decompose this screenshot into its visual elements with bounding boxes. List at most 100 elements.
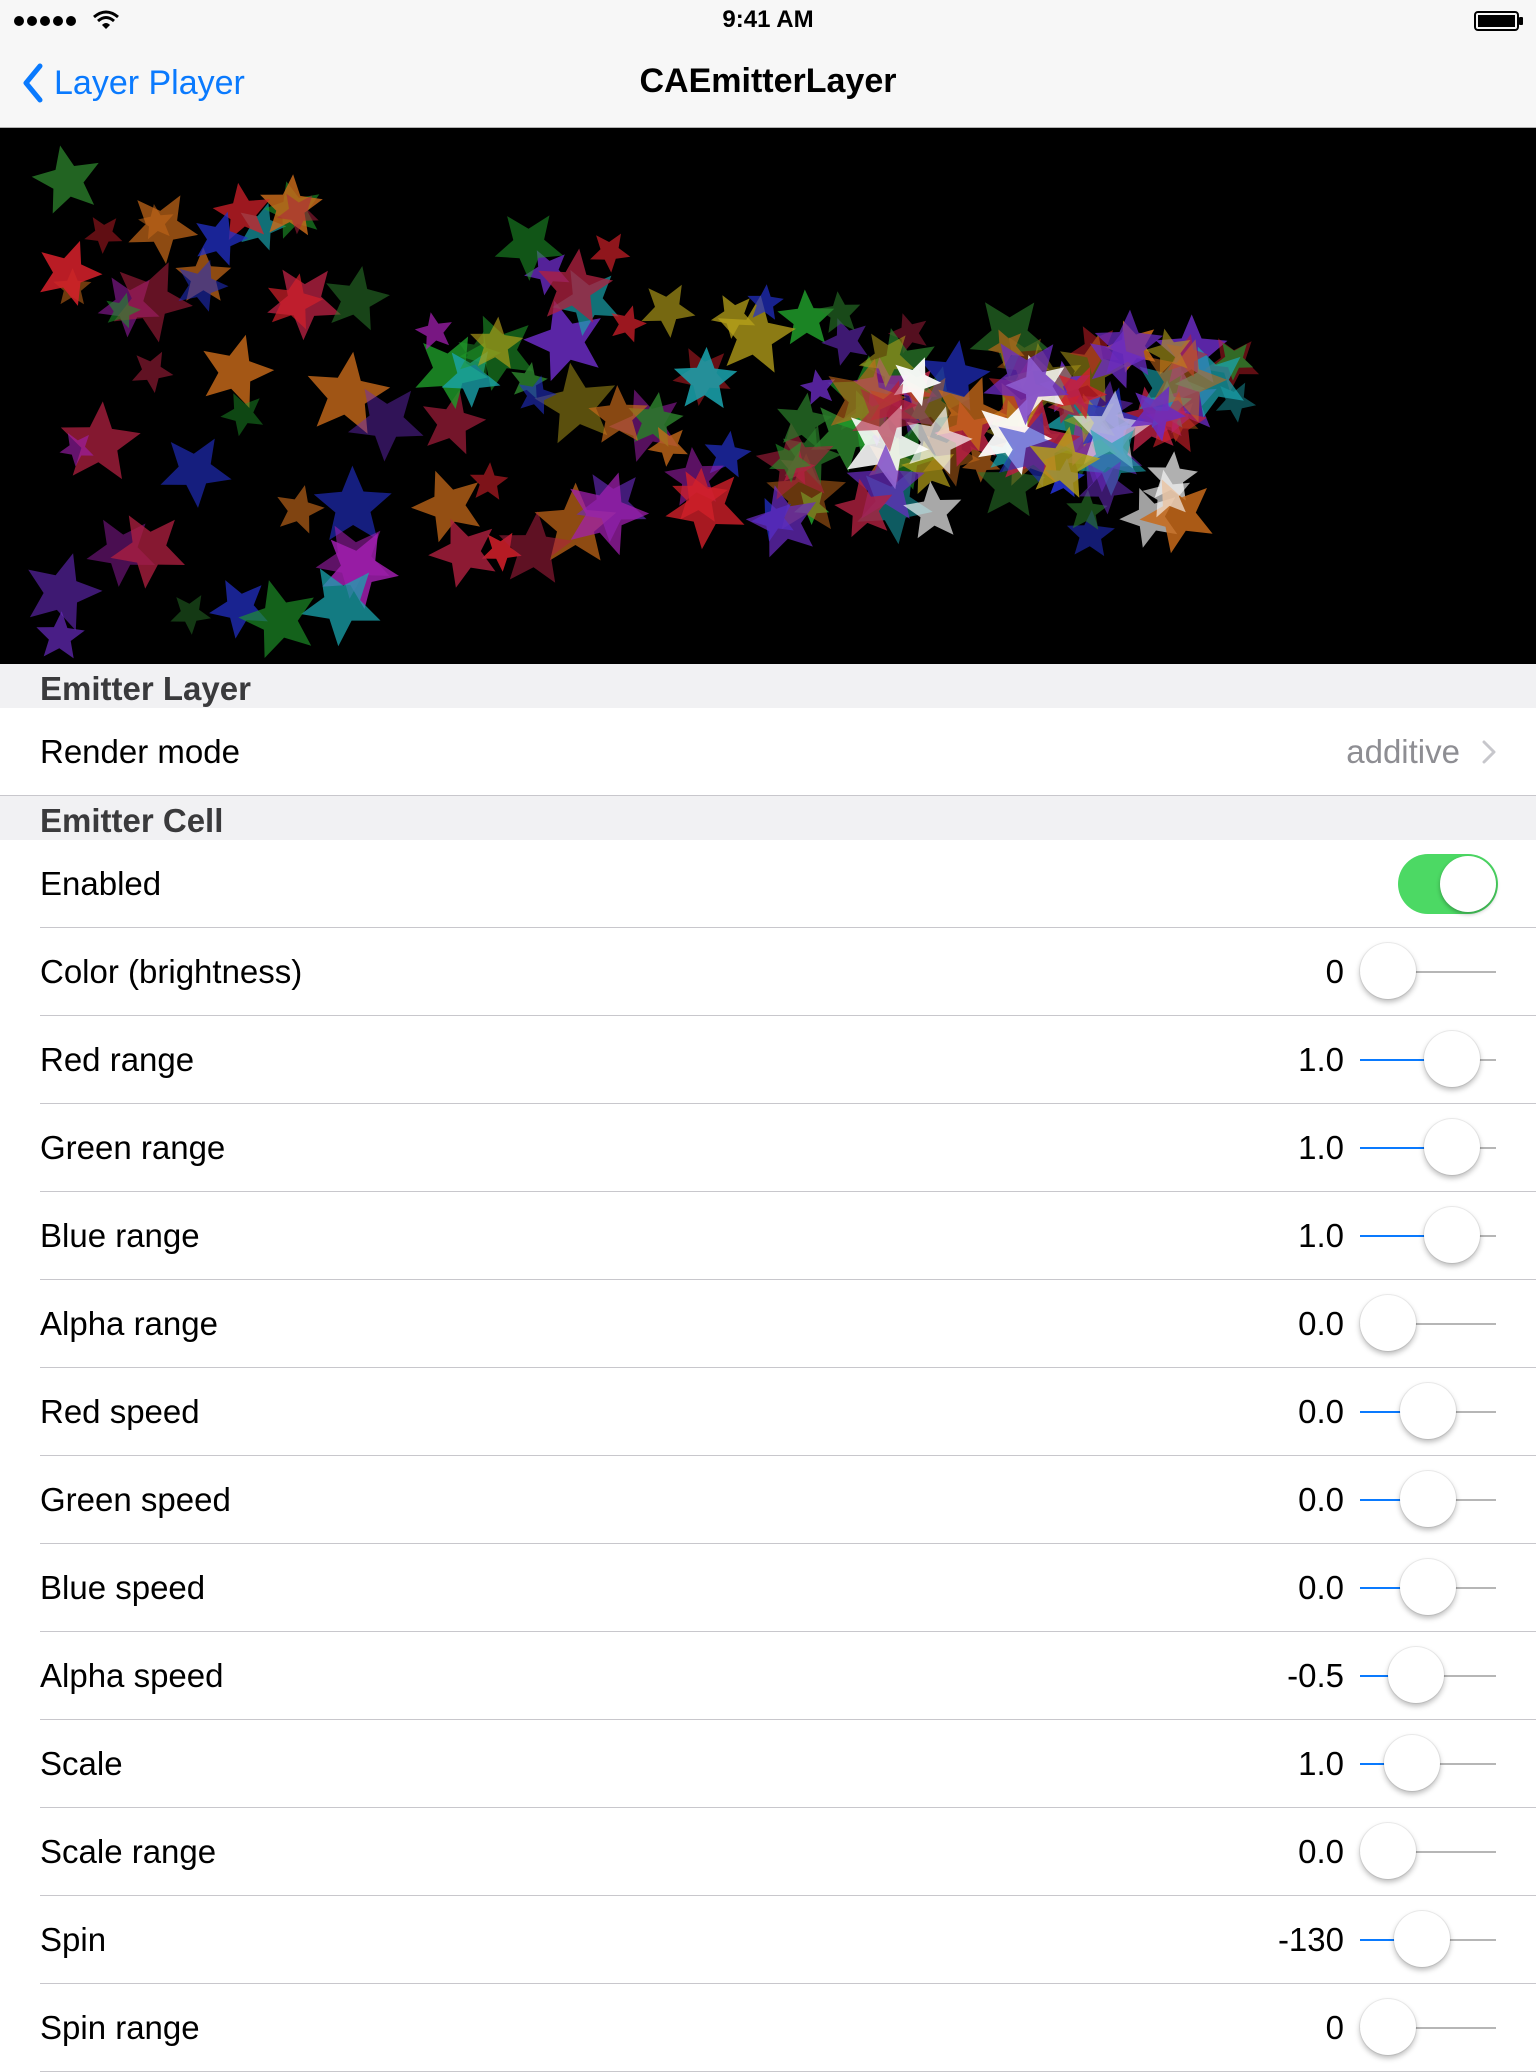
status-bar: 9:41 AM xyxy=(0,0,1536,40)
blue-range-slider[interactable] xyxy=(1360,1207,1496,1263)
color-brightness-row: Color (brightness) 0 xyxy=(0,928,1536,1016)
alpha-range-value: 0.0 xyxy=(1298,1305,1344,1342)
particle-field xyxy=(28,145,1260,659)
red-speed-slider[interactable] xyxy=(1360,1383,1496,1439)
slider-thumb[interactable] xyxy=(1400,1471,1456,1527)
status-time: 9:41 AM xyxy=(722,6,814,33)
star-particle xyxy=(40,240,103,306)
blue-range-value: 1.0 xyxy=(1298,1217,1344,1254)
star-particle xyxy=(590,233,631,273)
spin-label: Spin xyxy=(40,1921,107,1958)
alpha-range-row: Alpha range 0.0 xyxy=(0,1280,1536,1368)
color-brightness-slider[interactable] xyxy=(1360,943,1496,999)
render-mode-value: additive xyxy=(1346,733,1460,770)
scale-value: 1.0 xyxy=(1298,1745,1344,1782)
star-particle xyxy=(1215,382,1257,423)
color-brightness-label: Color (brightness) xyxy=(40,953,303,990)
blue-speed-value: 0.0 xyxy=(1298,1569,1344,1606)
green-speed-slider[interactable] xyxy=(1360,1471,1496,1527)
star-particle xyxy=(777,289,835,345)
emitter-preview xyxy=(0,128,1536,664)
star-particle xyxy=(411,470,480,543)
star-particle xyxy=(903,481,962,539)
page-title: CAEmitterLayer xyxy=(639,62,897,100)
slider-thumb[interactable] xyxy=(1424,1031,1480,1087)
red-speed-row: Red speed 0.0 xyxy=(0,1368,1536,1456)
battery-icon xyxy=(1474,11,1523,31)
green-speed-label: Green speed xyxy=(40,1481,231,1518)
settings-table: Emitter Layer Render mode additive Emitt… xyxy=(0,664,1536,2072)
star-particle xyxy=(209,580,268,639)
slider-thumb[interactable] xyxy=(1384,1735,1440,1791)
alpha-range-label: Alpha range xyxy=(40,1305,218,1342)
star-particle xyxy=(611,305,647,343)
red-range-value: 1.0 xyxy=(1298,1041,1344,1078)
render-mode-label: Render mode xyxy=(40,733,240,770)
section-title: Emitter Layer xyxy=(40,670,251,707)
spin-range-slider[interactable] xyxy=(1360,1999,1496,2055)
spin-slider[interactable] xyxy=(1360,1911,1496,1967)
render-mode-row[interactable]: Render mode additive xyxy=(0,708,1536,796)
green-speed-value: 0.0 xyxy=(1298,1481,1344,1518)
star-particle xyxy=(84,217,123,254)
spin-range-label: Spin range xyxy=(40,2009,200,2046)
slider-rows: Color (brightness) 0 Red range 1.0 Green ran… xyxy=(0,928,1536,2072)
section-header-emitter-layer: Emitter Layer xyxy=(0,664,1536,708)
slider-thumb[interactable] xyxy=(1360,943,1416,999)
star-particle xyxy=(469,462,509,500)
green-range-value: 1.0 xyxy=(1298,1129,1344,1166)
star-particle xyxy=(36,611,85,659)
section-title: Emitter Cell xyxy=(40,802,224,839)
alpha-speed-row: Alpha speed -0.5 xyxy=(0,1632,1536,1720)
spin-range-row: Spin range 0 xyxy=(0,1984,1536,2072)
red-speed-value: 0.0 xyxy=(1298,1393,1344,1430)
star-particle xyxy=(170,595,211,635)
navigation-bar: Layer Player CAEmitterLayer xyxy=(0,40,1536,128)
blue-range-label: Blue range xyxy=(40,1217,200,1254)
slider-thumb[interactable] xyxy=(1394,1911,1451,1967)
star-particle xyxy=(277,485,325,534)
scale-row: Scale 1.0 xyxy=(0,1720,1536,1808)
slider-thumb[interactable] xyxy=(1360,1999,1416,2055)
blue-speed-row: Blue speed 0.0 xyxy=(0,1544,1536,1632)
slider-thumb[interactable] xyxy=(1424,1207,1480,1263)
slider-thumb[interactable] xyxy=(1388,1647,1444,1703)
section-header-emitter-cell: Emitter Cell xyxy=(0,796,1536,840)
alpha-speed-value: -0.5 xyxy=(1287,1657,1344,1694)
slider-thumb[interactable] xyxy=(1360,1823,1416,1879)
red-speed-label: Red speed xyxy=(40,1393,200,1430)
star-particle xyxy=(203,334,275,408)
red-range-slider[interactable] xyxy=(1360,1031,1496,1087)
star-particle xyxy=(414,312,452,350)
star-particle xyxy=(313,465,392,540)
star-particle xyxy=(326,266,390,331)
scale-range-row: Scale range 0.0 xyxy=(0,1808,1536,1896)
enabled-row: Enabled xyxy=(0,840,1536,928)
star-particle xyxy=(28,553,103,631)
scale-slider[interactable] xyxy=(1360,1735,1496,1791)
star-particle xyxy=(160,438,232,508)
green-range-slider[interactable] xyxy=(1360,1119,1496,1175)
red-range-label: Red range xyxy=(40,1041,195,1078)
slider-thumb[interactable] xyxy=(1360,1295,1416,1351)
star-particle xyxy=(641,284,696,338)
scale-range-label: Scale range xyxy=(40,1833,217,1870)
slider-thumb[interactable] xyxy=(1424,1119,1480,1175)
blue-speed-slider[interactable] xyxy=(1360,1559,1496,1615)
enabled-label: Enabled xyxy=(40,865,162,902)
slider-thumb[interactable] xyxy=(1400,1383,1456,1439)
alpha-speed-label: Alpha speed xyxy=(40,1657,224,1694)
slider-thumb[interactable] xyxy=(1400,1559,1456,1615)
alpha-range-slider[interactable] xyxy=(1360,1295,1496,1351)
star-particle xyxy=(31,145,99,214)
scale-range-value: 0.0 xyxy=(1298,1833,1344,1870)
green-speed-row: Green speed 0.0 xyxy=(0,1456,1536,1544)
scale-range-slider[interactable] xyxy=(1360,1823,1496,1879)
color-brightness-value: 0 xyxy=(1325,953,1344,990)
scale-label: Scale xyxy=(40,1745,123,1782)
alpha-speed-slider[interactable] xyxy=(1360,1647,1496,1703)
star-particle xyxy=(132,351,174,393)
toggle-knob xyxy=(1440,856,1496,912)
spin-value: -130 xyxy=(1277,1921,1344,1958)
enabled-toggle[interactable] xyxy=(1398,854,1498,914)
